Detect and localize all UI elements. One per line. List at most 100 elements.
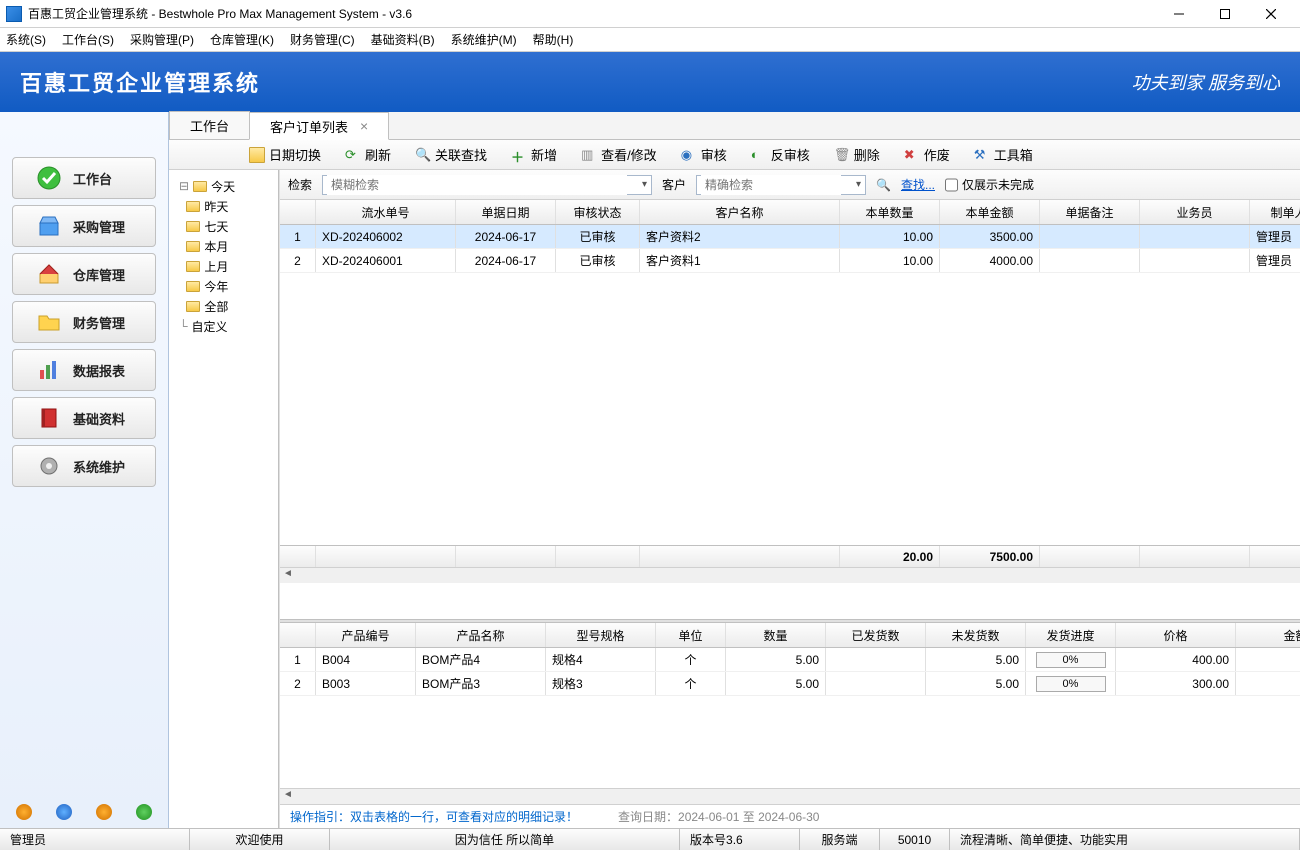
column-header[interactable]: 数量 xyxy=(726,623,826,647)
toolbar-refresh[interactable]: ⟳刷新 xyxy=(345,145,391,164)
sidebar-item-finance[interactable]: 财务管理 xyxy=(12,301,156,343)
footer-cell: 20.00 xyxy=(840,546,940,567)
sidebar-item-reports[interactable]: 数据报表 xyxy=(12,349,156,391)
menu-system[interactable]: 系统(S) xyxy=(6,31,46,48)
tab-workbench[interactable]: 工作台 xyxy=(169,111,250,139)
column-header[interactable]: 金额 xyxy=(1236,623,1300,647)
footer-cell xyxy=(556,546,640,567)
column-header[interactable]: 产品编号 xyxy=(316,623,416,647)
column-header[interactable]: 价格 xyxy=(1116,623,1236,647)
toolbar-unaudit[interactable]: ◐反审核 xyxy=(751,145,810,164)
column-header[interactable]: 业务员 xyxy=(1140,200,1250,224)
toolbar-date-switch[interactable]: 日期切换 xyxy=(249,145,321,164)
folder-icon xyxy=(193,181,207,192)
details-grid: 产品编号产品名称型号规格单位数量已发货数未发货数发货进度价格金额 1B004BO… xyxy=(280,623,1300,804)
tree-today[interactable]: ⊟今天 xyxy=(179,176,278,196)
fuzzy-search-input[interactable]: ▾ xyxy=(322,175,652,195)
progress-indicator: 0% xyxy=(1036,676,1106,692)
shop-icon xyxy=(37,214,61,238)
progress-indicator: 0% xyxy=(1036,652,1106,668)
status-bar: 管理员 欢迎使用 因为信任 所以简单 版本号3.6 服务端 50010 流程清晰… xyxy=(0,828,1300,850)
toolbar-delete[interactable]: 🗑删除 xyxy=(834,145,880,164)
close-button[interactable] xyxy=(1248,0,1294,28)
maximize-button[interactable] xyxy=(1202,0,1248,28)
horizontal-scrollbar[interactable] xyxy=(280,567,1300,583)
chevron-down-icon[interactable]: ▾ xyxy=(856,179,861,190)
column-header[interactable]: 单据日期 xyxy=(456,200,556,224)
clock-icon[interactable] xyxy=(56,804,72,820)
refresh-icon[interactable] xyxy=(136,804,152,820)
toolbar-view-edit[interactable]: ▥查看/修改 xyxy=(581,145,657,164)
column-header[interactable]: 本单金额 xyxy=(940,200,1040,224)
column-header[interactable]: 制单人员 xyxy=(1250,200,1300,224)
tree-all[interactable]: 全部 xyxy=(179,296,278,316)
footer-cell xyxy=(280,546,316,567)
table-row[interactable]: 2B003BOM产品3规格3个5.005.000%300.001500.00 xyxy=(280,672,1300,696)
check-circle-icon xyxy=(37,166,61,190)
toolbar-audit[interactable]: ◉审核 xyxy=(681,145,727,164)
toolbar: 日期切换 ⟳刷新 🔍关联查找 ＋新增 ▥查看/修改 ◉审核 ◐反审核 🗑删除 ✖… xyxy=(169,140,1300,170)
horizontal-scrollbar[interactable] xyxy=(280,788,1300,804)
footer-cell xyxy=(456,546,556,567)
tree-custom[interactable]: └自定义 xyxy=(179,316,278,336)
column-header[interactable]: 已发货数 xyxy=(826,623,926,647)
menu-maintenance[interactable]: 系统维护(M) xyxy=(451,31,517,48)
column-header[interactable]: 审核状态 xyxy=(556,200,640,224)
column-header[interactable] xyxy=(280,623,316,647)
tree-7days[interactable]: 七天 xyxy=(179,216,278,236)
column-header[interactable]: 发货进度 xyxy=(1026,623,1116,647)
key-icon[interactable] xyxy=(16,804,32,820)
folder-icon xyxy=(186,201,200,212)
tree-last-month[interactable]: 上月 xyxy=(179,256,278,276)
tab-order-list[interactable]: 客户订单列表 × xyxy=(249,112,389,140)
menu-workbench[interactable]: 工作台(S) xyxy=(62,31,114,48)
table-row[interactable]: 1XD-2024060022024-06-17已审核客户资料210.003500… xyxy=(280,225,1300,249)
toolbar-void[interactable]: ✖作废 xyxy=(904,145,950,164)
menu-warehouse[interactable]: 仓库管理(K) xyxy=(210,31,274,48)
toolbox-icon: ⚒ xyxy=(974,147,990,163)
sidebar-item-workbench[interactable]: 工作台 xyxy=(12,157,156,199)
edit-icon: ▥ xyxy=(581,147,597,163)
menu-basedata[interactable]: 基础资料(B) xyxy=(371,31,435,48)
column-header[interactable]: 未发货数 xyxy=(926,623,1026,647)
column-header[interactable]: 流水单号 xyxy=(316,200,456,224)
folder-icon xyxy=(186,221,200,232)
search-link[interactable]: 查找... xyxy=(901,176,935,193)
toolbar-new[interactable]: ＋新增 xyxy=(511,145,557,164)
column-header[interactable]: 单位 xyxy=(656,623,726,647)
menu-help[interactable]: 帮助(H) xyxy=(533,31,574,48)
toolbar-related-search[interactable]: 🔍关联查找 xyxy=(415,145,487,164)
tree-this-month[interactable]: 本月 xyxy=(179,236,278,256)
sidebar-item-basedata[interactable]: 基础资料 xyxy=(12,397,156,439)
column-header[interactable]: 型号规格 xyxy=(546,623,656,647)
chevron-down-icon[interactable]: ▾ xyxy=(642,179,647,190)
help-icon[interactable] xyxy=(96,804,112,820)
tree-this-year[interactable]: 今年 xyxy=(179,276,278,296)
gear-icon xyxy=(37,454,61,478)
menu-purchase[interactable]: 采购管理(P) xyxy=(130,31,194,48)
tab-close-icon[interactable]: × xyxy=(360,118,368,134)
column-header[interactable]: 本单数量 xyxy=(840,200,940,224)
column-header[interactable]: 产品名称 xyxy=(416,623,546,647)
column-header[interactable]: 客户名称 xyxy=(640,200,840,224)
menu-finance[interactable]: 财务管理(C) xyxy=(290,31,355,48)
column-header[interactable]: 单据备注 xyxy=(1040,200,1140,224)
footer-cell: 7500.00 xyxy=(940,546,1040,567)
cancel-icon: ✖ xyxy=(904,147,920,163)
sidebar-item-purchase[interactable]: 采购管理 xyxy=(12,205,156,247)
search-icon: 🔍 xyxy=(415,147,431,163)
table-row[interactable]: 2XD-2024060012024-06-17已审核客户资料110.004000… xyxy=(280,249,1300,273)
tree-yesterday[interactable]: 昨天 xyxy=(179,196,278,216)
customer-search-input[interactable]: ▾ xyxy=(696,175,866,195)
toolbar-toolbox[interactable]: ⚒工具箱 xyxy=(974,145,1033,164)
book-icon xyxy=(37,406,61,430)
search-icon: 🔍 xyxy=(876,178,891,192)
sidebar-item-maintenance[interactable]: 系统维护 xyxy=(12,445,156,487)
sidebar-item-warehouse[interactable]: 仓库管理 xyxy=(12,253,156,295)
minimize-button[interactable] xyxy=(1156,0,1202,28)
column-header[interactable] xyxy=(280,200,316,224)
show-incomplete-checkbox[interactable]: 仅展示未完成 xyxy=(945,175,1034,195)
undo-icon: ◐ xyxy=(751,147,767,163)
brand-title: 百惠工贸企业管理系统 xyxy=(20,66,260,98)
table-row[interactable]: 1B004BOM产品4规格4个5.005.000%400.002000.00 xyxy=(280,648,1300,672)
